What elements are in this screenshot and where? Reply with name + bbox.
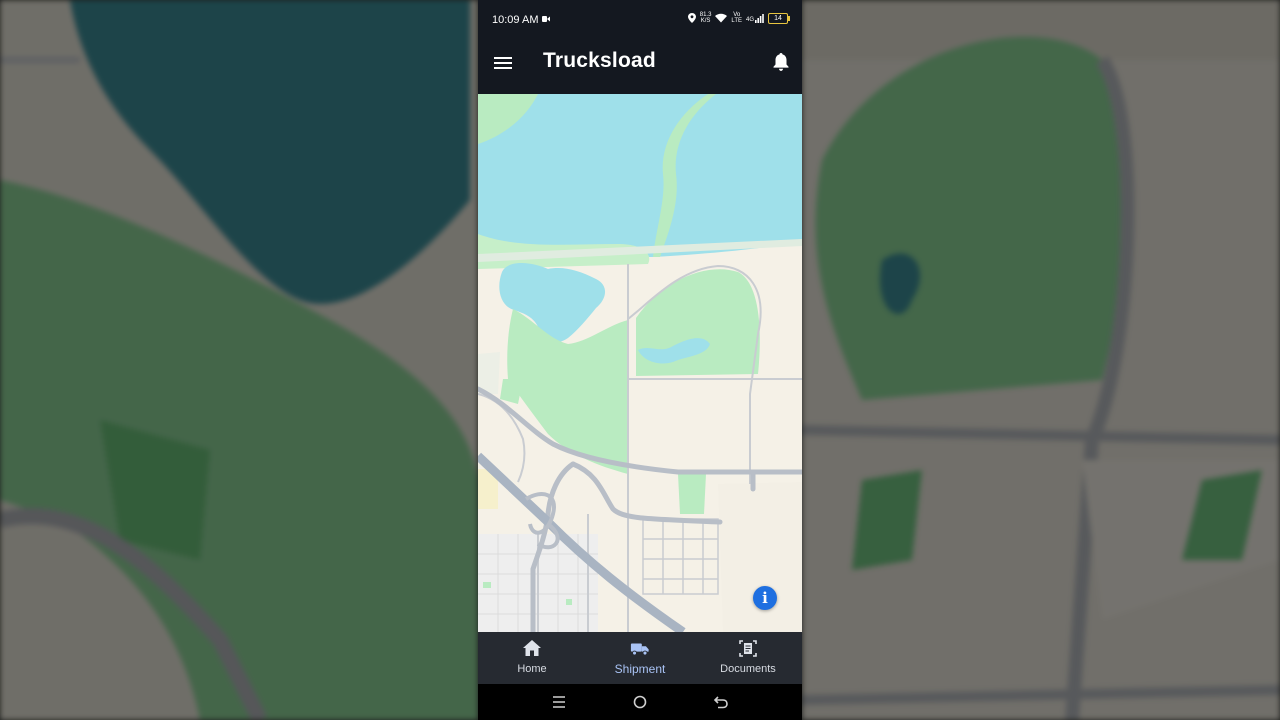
map-view[interactable]: i xyxy=(478,94,802,632)
system-navigation-bar xyxy=(478,684,802,720)
network-type: 4G xyxy=(745,16,754,23)
app-title: Trucksload xyxy=(543,49,656,72)
background-blur-right xyxy=(802,0,1280,720)
volte-bottom: LTE xyxy=(731,18,742,24)
back-icon[interactable] xyxy=(712,693,730,711)
hamburger-menu-icon[interactable] xyxy=(494,54,512,72)
status-bar: 10:09 AM 81.3 K/S Vo LTE 4G 14 xyxy=(478,0,802,40)
nav-label-shipment: Shipment xyxy=(614,662,666,676)
map-info-button[interactable]: i xyxy=(753,586,777,610)
app-bar: Trucksload xyxy=(478,40,802,94)
bottom-navigation: Home Shipment Documents xyxy=(478,632,802,684)
signal-bars-icon xyxy=(755,13,764,23)
background-blur-left xyxy=(0,0,478,720)
network-speed-unit: K/S xyxy=(700,18,711,24)
truck-icon xyxy=(630,643,649,656)
status-time: 10:09 AM xyxy=(492,14,539,26)
recents-icon[interactable] xyxy=(550,693,568,711)
battery-indicator: 14 xyxy=(768,12,790,24)
nav-label-home: Home xyxy=(517,663,547,675)
home-circle-icon[interactable] xyxy=(631,693,649,711)
location-icon xyxy=(687,13,696,23)
map-canvas[interactable] xyxy=(478,94,802,632)
document-scan-icon xyxy=(739,640,757,657)
status-icons: 81.3 K/S Vo LTE 4G 14 xyxy=(687,12,790,24)
nav-item-documents[interactable]: Documents xyxy=(694,632,802,684)
network-speed: 81.3 K/S xyxy=(700,12,712,24)
volte-indicator: Vo LTE xyxy=(731,12,742,24)
cell-signal: 4G xyxy=(745,13,764,23)
nav-item-shipment[interactable]: Shipment xyxy=(586,632,694,684)
bell-icon[interactable] xyxy=(772,52,790,72)
nav-item-home[interactable]: Home xyxy=(478,632,586,684)
nav-label-documents: Documents xyxy=(720,663,776,675)
phone-screen: 10:09 AM 81.3 K/S Vo LTE 4G 14 Trucksloa… xyxy=(478,0,802,720)
wifi-icon xyxy=(715,13,728,23)
screen-record-icon xyxy=(542,16,550,22)
home-icon xyxy=(523,640,541,656)
